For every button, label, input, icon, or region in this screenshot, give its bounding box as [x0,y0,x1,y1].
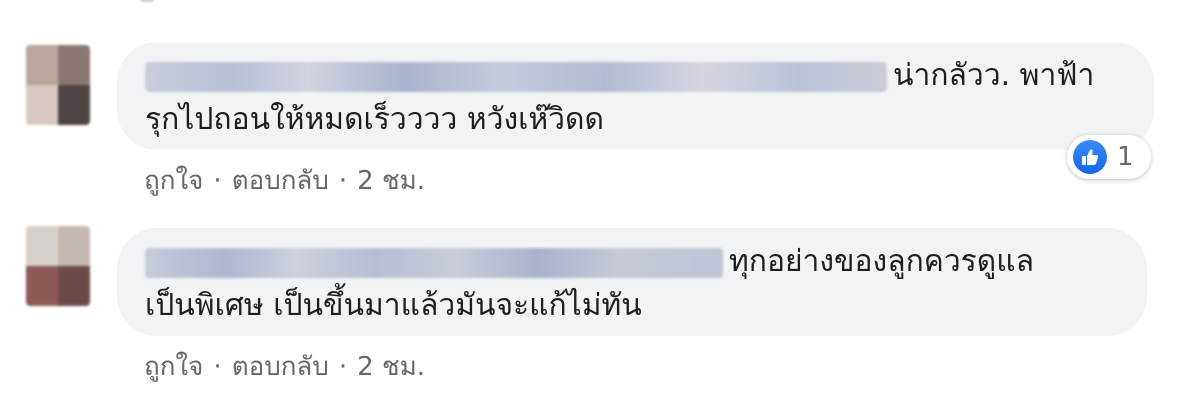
avatar[interactable] [26,226,90,306]
comment-bubble: ทุกอย่างของลูกควรดูแล เป็นพิเศษ เป็นขึ้น… [117,228,1147,336]
like-link[interactable]: ถูกใจ [144,166,203,196]
comment-actions: ถูกใจ · ตอบกลับ · 2 ชม. [144,166,425,196]
comment-line-1: น่ากลัวว. พาฟ้า [145,56,1094,96]
comment-line-2: รุกไปถอนให้หมดเร็วววว หวังเห๊วิดด [145,102,604,137]
comment-line-1: ทุกอย่างของลูกควรดูแล [145,242,1034,282]
reaction-badge[interactable]: 1 [1067,135,1151,179]
reaction-count: 1 [1117,142,1134,172]
previous-comment-remnant [140,0,170,4]
reply-link[interactable]: ตอบกลับ [232,352,329,382]
avatar[interactable] [26,45,90,125]
reply-link[interactable]: ตอบกลับ [232,166,329,196]
like-thumbs-up-icon [1073,140,1107,174]
comment-actions: ถูกใจ · ตอบกลับ · 2 ชม. [144,352,425,382]
like-link[interactable]: ถูกใจ [144,352,203,382]
comment-bubble: น่ากลัวว. พาฟ้า รุกไปถอนให้หมดเร็วววว หว… [117,42,1154,150]
timestamp[interactable]: 2 ชม. [357,352,425,382]
comment-line-2: เป็นพิเศษ เป็นขึ้นมาแล้วมันจะแก้ไม่ทัน [145,288,642,323]
timestamp[interactable]: 2 ชม. [357,166,425,196]
blurred-commenter-name[interactable] [145,247,723,278]
blurred-commenter-name[interactable] [145,61,887,92]
